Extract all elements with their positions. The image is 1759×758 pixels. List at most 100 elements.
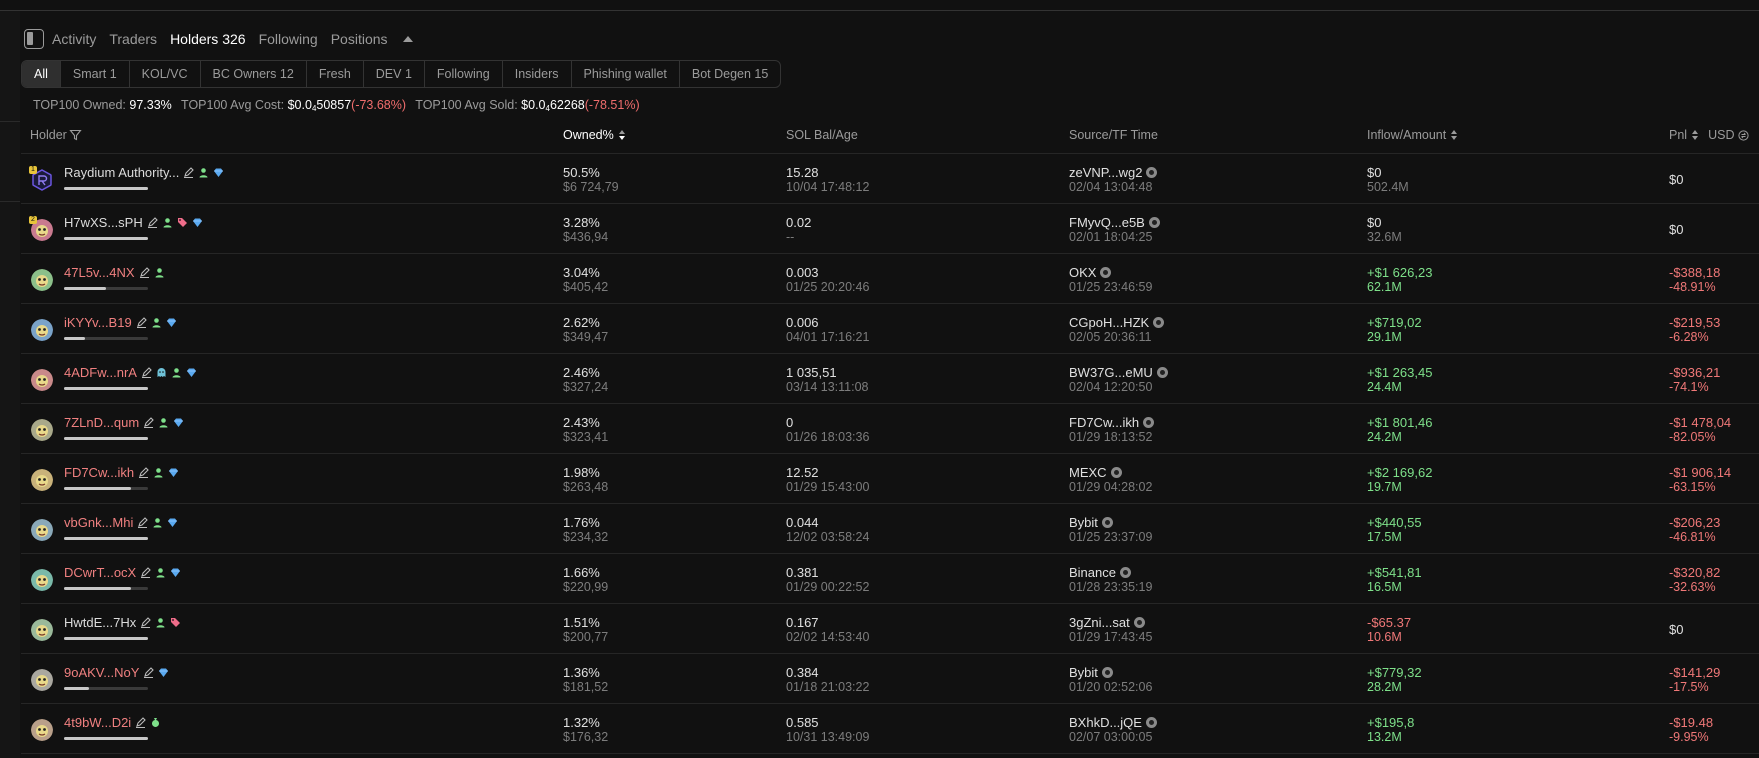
source-cell[interactable]: BXhkD...jQE 02/07 03:00:05 <box>1069 715 1157 745</box>
source-address[interactable]: Bybit <box>1069 515 1098 530</box>
holder-cell[interactable]: 4ADFw...nrA edit-iconghost-iconuser-icon… <box>64 365 197 380</box>
tab-holders[interactable]: Holders 326 <box>170 31 246 47</box>
table-row[interactable]: FD7Cw...ikh edit-iconuser-icondiamond-ic… <box>21 454 1759 504</box>
collapse-caret-icon[interactable] <box>402 36 413 42</box>
inflow-cell: +$2 169,62 19.7M <box>1367 465 1432 495</box>
filter-smart[interactable]: Smart 1 <box>61 61 130 87</box>
holder-cell[interactable]: 4t9bW...D2i edit-iconmoneybag-icon <box>64 715 161 730</box>
holder-address[interactable]: FD7Cw...ikh <box>64 465 134 480</box>
avatar[interactable] <box>31 269 53 291</box>
table-row[interactable]: vbGnk...Mhi edit-iconuser-icondiamond-ic… <box>21 504 1759 554</box>
filter-phishing-wallet[interactable]: Phishing wallet <box>572 61 680 87</box>
holder-cell[interactable]: DCwrT...ocX edit-iconuser-icondiamond-ic… <box>64 565 181 580</box>
holder-address[interactable]: HwtdE...7Hx <box>64 615 136 630</box>
sidebar-toggle-icon[interactable] <box>24 29 44 49</box>
source-address[interactable]: Bybit <box>1069 665 1098 680</box>
table-row[interactable]: 4t9bW...D2i edit-iconmoneybag-icon 1.32%… <box>21 704 1759 754</box>
holder-cell[interactable]: Raydium Authority... edit-iconuser-icond… <box>64 165 224 180</box>
sort-icon[interactable] <box>1692 130 1699 140</box>
sort-desc-icon[interactable] <box>618 130 625 140</box>
source-cell[interactable]: MEXC 01/29 04:28:02 <box>1069 465 1152 495</box>
avatar[interactable] <box>31 669 53 691</box>
source-address[interactable]: OKX <box>1069 265 1096 280</box>
source-address[interactable]: BW37G...eMU <box>1069 365 1153 380</box>
tab-following[interactable]: Following <box>259 31 318 47</box>
filter-insiders[interactable]: Insiders <box>503 61 572 87</box>
source-cell[interactable]: OKX 01/25 23:46:59 <box>1069 265 1152 295</box>
col-inflow-amount[interactable]: Inflow/Amount <box>1367 128 1458 142</box>
filter-funnel-icon[interactable] <box>69 129 82 141</box>
source-cell[interactable]: Bybit 01/25 23:37:09 <box>1069 515 1152 545</box>
col-pnl[interactable]: Pnl USD <box>1669 128 1750 142</box>
avatar[interactable] <box>31 369 53 391</box>
holder-cell[interactable]: H7wXS...sPH edit-iconuser-icontag-icondi… <box>64 215 203 230</box>
source-cell[interactable]: CGpoH...HZK 02/05 20:36:11 <box>1069 315 1165 345</box>
filter-bot-degen[interactable]: Bot Degen 15 <box>680 61 780 87</box>
inflow-value: $0 <box>1367 165 1382 180</box>
filter-dev[interactable]: DEV 1 <box>364 61 425 87</box>
avatar[interactable] <box>31 719 53 741</box>
swap-currency-icon[interactable] <box>1738 129 1750 141</box>
filter-all[interactable]: All <box>22 61 61 87</box>
tab-activity[interactable]: Activity <box>52 31 96 47</box>
sort-icon[interactable] <box>1451 130 1458 140</box>
holder-address[interactable]: H7wXS...sPH <box>64 215 143 230</box>
table-row[interactable]: 2 H7wXS...sPH edit-iconuser-icontag-icon… <box>21 204 1759 254</box>
tab-traders[interactable]: Traders <box>109 31 157 47</box>
holder-cell[interactable]: 7ZLnD...qum edit-iconuser-icondiamond-ic… <box>64 415 184 430</box>
holder-address[interactable]: Raydium Authority... <box>64 165 179 180</box>
holder-cell[interactable]: HwtdE...7Hx edit-iconuser-icontag-icon <box>64 615 181 630</box>
holder-address[interactable]: vbGnk...Mhi <box>64 515 133 530</box>
filter-bc-owners[interactable]: BC Owners 12 <box>201 61 307 87</box>
holder-address[interactable]: 4t9bW...D2i <box>64 715 131 730</box>
holder-cell[interactable]: iKYYv...B19 edit-iconuser-icondiamond-ic… <box>64 315 177 330</box>
filter-following[interactable]: Following <box>425 61 503 87</box>
source-cell[interactable]: 3gZni...sat 01/29 17:43:45 <box>1069 615 1152 645</box>
source-cell[interactable]: BW37G...eMU 02/04 12:20:50 <box>1069 365 1168 395</box>
source-address[interactable]: MEXC <box>1069 465 1107 480</box>
avatar[interactable] <box>31 319 53 341</box>
source-address[interactable]: BXhkD...jQE <box>1069 715 1142 730</box>
holder-address[interactable]: 4ADFw...nrA <box>64 365 137 380</box>
source-address[interactable]: FD7Cw...ikh <box>1069 415 1139 430</box>
table-row[interactable]: 47L5v...4NX edit-iconuser-icon 3.04% $40… <box>21 254 1759 304</box>
table-row[interactable]: HwtdE...7Hx edit-iconuser-icontag-icon 1… <box>21 604 1759 654</box>
tab-positions[interactable]: Positions <box>331 31 388 47</box>
table-row[interactable]: DCwrT...ocX edit-iconuser-icondiamond-ic… <box>21 554 1759 604</box>
source-address[interactable]: Binance <box>1069 565 1116 580</box>
table-row[interactable]: 4ADFw...nrA edit-iconghost-iconuser-icon… <box>21 354 1759 404</box>
holder-cell[interactable]: 47L5v...4NX edit-iconuser-icon <box>64 265 165 280</box>
source-address[interactable]: 3gZni...sat <box>1069 615 1130 630</box>
avatar[interactable] <box>31 619 53 641</box>
holder-address[interactable]: DCwrT...ocX <box>64 565 136 580</box>
source-cell[interactable]: Binance 01/28 23:35:19 <box>1069 565 1152 595</box>
source-address[interactable]: FMyvQ...e5B <box>1069 215 1145 230</box>
source-address[interactable]: CGpoH...HZK <box>1069 315 1149 330</box>
table-row[interactable]: iKYYv...B19 edit-iconuser-icondiamond-ic… <box>21 304 1759 354</box>
col-owned[interactable]: Owned% <box>563 128 625 142</box>
holder-address[interactable]: 47L5v...4NX <box>64 265 135 280</box>
source-address[interactable]: zeVNP...wg2 <box>1069 165 1142 180</box>
holder-address[interactable]: 9oAKV...NoY <box>64 665 139 680</box>
inflow-cell: +$440,55 17.5M <box>1367 515 1422 545</box>
filter-kol-vc[interactable]: KOL/VC <box>130 61 201 87</box>
table-row[interactable]: 7ZLnD...qum edit-iconuser-icondiamond-ic… <box>21 404 1759 454</box>
avatar[interactable] <box>31 519 53 541</box>
source-cell[interactable]: FD7Cw...ikh 01/29 18:13:52 <box>1069 415 1155 445</box>
avatar[interactable] <box>31 569 53 591</box>
table-row[interactable]: 1 Raydium Authority... edit-iconuser-ico… <box>21 154 1759 204</box>
source-cell[interactable]: Bybit 01/20 02:52:06 <box>1069 665 1152 695</box>
avatar[interactable] <box>31 419 53 441</box>
holder-address[interactable]: 7ZLnD...qum <box>64 415 139 430</box>
avatar[interactable] <box>31 469 53 491</box>
filter-fresh[interactable]: Fresh <box>307 61 364 87</box>
currency-toggle[interactable]: USD <box>1708 128 1734 142</box>
source-cell[interactable]: FMyvQ...e5B 02/01 18:04:25 <box>1069 215 1160 245</box>
holder-cell[interactable]: FD7Cw...ikh edit-iconuser-icondiamond-ic… <box>64 465 179 480</box>
holder-cell[interactable]: 9oAKV...NoY edit-icondiamond-icon <box>64 665 169 680</box>
col-holder[interactable]: Holder <box>30 128 82 142</box>
holder-address[interactable]: iKYYv...B19 <box>64 315 132 330</box>
holder-cell[interactable]: vbGnk...Mhi edit-iconuser-icondiamond-ic… <box>64 515 178 530</box>
source-cell[interactable]: zeVNP...wg2 02/04 13:04:48 <box>1069 165 1158 195</box>
table-row[interactable]: 9oAKV...NoY edit-icondiamond-icon 1.36% … <box>21 654 1759 704</box>
